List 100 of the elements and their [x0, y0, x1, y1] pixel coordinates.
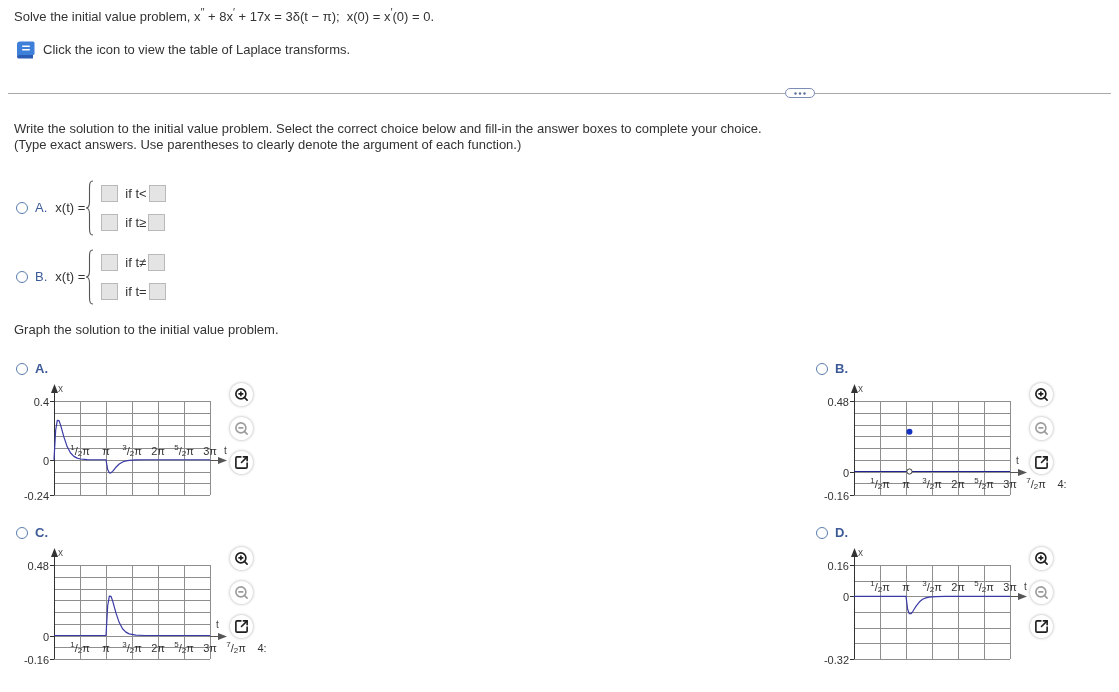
- answer-box[interactable]: [148, 283, 166, 300]
- brace-icon: [85, 180, 95, 236]
- x-tick-label: 2π: [951, 580, 965, 593]
- popout-button[interactable]: [230, 451, 253, 474]
- x-tick-label: $^{5}$/$_{2}$π: [974, 578, 994, 594]
- x-axis: [209, 457, 227, 464]
- x-tick-label: $^{1}$/$_{2}$π: [870, 475, 890, 491]
- x-tick-label: $^{1}$/$_{2}$π: [870, 578, 890, 594]
- x-tick-label: $^{3}$/$_{2}$π: [922, 578, 942, 594]
- x-tick-label: π: [902, 580, 910, 593]
- x-axis: [1009, 469, 1027, 476]
- y-tick-label: 0: [42, 454, 49, 467]
- popout-button[interactable]: [230, 615, 253, 638]
- y-tick-label: 0.48: [27, 559, 49, 572]
- option-label: D.: [835, 525, 848, 541]
- data-point: [906, 428, 913, 435]
- zoom-in-button[interactable]: [1030, 383, 1053, 406]
- axis-label: x: [58, 546, 63, 558]
- x-tick-label: π: [102, 444, 110, 457]
- radio-button[interactable]: [16, 271, 28, 283]
- y-tick-label: 0: [842, 590, 849, 603]
- condition-text: if t=: [125, 283, 147, 300]
- radio-button[interactable]: [16, 363, 28, 375]
- answer-box[interactable]: [101, 185, 119, 202]
- y-tick-label: -0.16: [23, 653, 49, 666]
- x-tick-label: 2π: [151, 444, 165, 457]
- square-arrow-icon: [1034, 455, 1049, 470]
- x-tick-label: 3π: [203, 641, 217, 654]
- y-tick-label: 0: [842, 466, 849, 479]
- instruction-text: (Type exact answers. Use parentheses to clearly denote the argument of each function.): [14, 137, 523, 153]
- x-tick-label: 2π: [951, 477, 965, 490]
- axis-annotation: 4:: [1057, 477, 1067, 490]
- x-tick-label: $^{1}$/$_{2}$π: [70, 639, 90, 655]
- function-label: x(t) =: [55, 200, 86, 216]
- x-tick-label: 3π: [1003, 580, 1017, 593]
- zoom-in-icon: [1034, 551, 1049, 566]
- x-tick-label: $^{3}$/$_{2}$π: [922, 475, 942, 491]
- zoom-in-icon: [234, 551, 249, 566]
- zoom-out-icon: [1034, 585, 1049, 600]
- zoom-in-button[interactable]: [230, 547, 253, 570]
- axis-annotation: $^{7}$/$_{2}$π: [1026, 475, 1046, 491]
- condition-text: if t≠: [125, 254, 147, 271]
- x-tick-label: $^{5}$/$_{2}$π: [174, 442, 194, 458]
- answer-box[interactable]: [101, 283, 119, 300]
- axis-label: t: [1024, 581, 1027, 592]
- option-label: B.: [35, 269, 48, 285]
- axis-label: t: [1016, 455, 1019, 466]
- x-tick-label: π: [902, 477, 910, 490]
- answer-box[interactable]: [148, 185, 166, 202]
- answer-box[interactable]: [148, 214, 166, 231]
- condition-text: if t<: [125, 185, 147, 202]
- open-circle-marker: [906, 468, 913, 475]
- popout-button[interactable]: [1030, 615, 1053, 638]
- y-tick-label: -0.32: [823, 653, 849, 666]
- book-icon[interactable]: [15, 41, 35, 59]
- zoom-in-icon: [234, 387, 249, 402]
- axis-label: t: [216, 619, 219, 630]
- radio-button[interactable]: [816, 363, 828, 375]
- square-arrow-icon: [234, 455, 249, 470]
- answer-box[interactable]: [101, 254, 119, 271]
- axis-label: x: [858, 382, 863, 394]
- x-tick-label: $^{3}$/$_{2}$π: [122, 442, 142, 458]
- zoom-in-icon: [1034, 387, 1049, 402]
- brace-icon: [85, 249, 95, 305]
- square-arrow-icon: [234, 619, 249, 634]
- y-tick-label: 0.4: [33, 395, 49, 408]
- problem-statement: Solve the initial value problem, x$^{′′}$ + 8x$^{′}$ + 17x = 3δ(t − π); x(0) = x$^{′}$(0) = 0.: [14, 9, 435, 25]
- function-label: x(t) =: [55, 269, 86, 285]
- square-arrow-icon: [1034, 619, 1049, 634]
- option-label: A.: [35, 200, 48, 216]
- x-tick-label: 3π: [203, 444, 217, 457]
- more-button[interactable]: [785, 88, 815, 98]
- instruction-text: Graph the solution to the initial value problem.: [14, 322, 280, 338]
- zoom-out-icon: [1034, 421, 1049, 436]
- option-label: A.: [35, 361, 48, 377]
- axis-label: t: [224, 445, 227, 456]
- instruction-text: Click the icon to view the table of Laplace transforms.: [43, 42, 351, 58]
- axis-annotation: $^{7}$/$_{2}$π: [226, 639, 246, 655]
- more-icon: [794, 91, 806, 95]
- answer-box[interactable]: [148, 254, 166, 271]
- radio-button[interactable]: [816, 527, 828, 539]
- x-axis: [1009, 593, 1027, 600]
- instruction-text: Write the solution to the initial value problem. Select the correct choice below and fill-in the answer boxes to complete your choice.: [14, 121, 763, 137]
- y-tick-label: -0.24: [23, 489, 49, 502]
- radio-button[interactable]: [16, 527, 28, 539]
- axis-label: x: [58, 382, 63, 394]
- option-label: B.: [835, 361, 848, 377]
- x-tick-label: $^{3}$/$_{2}$π: [122, 639, 142, 655]
- x-tick-label: 3π: [1003, 477, 1017, 490]
- radio-button[interactable]: [16, 202, 28, 214]
- y-tick-label: 0.48: [827, 395, 849, 408]
- y-tick-label: -0.16: [823, 489, 849, 502]
- zoom-in-button[interactable]: [1030, 547, 1053, 570]
- x-tick-label: $^{5}$/$_{2}$π: [974, 475, 994, 491]
- popout-button[interactable]: [1030, 451, 1053, 474]
- x-tick-label: 2π: [151, 641, 165, 654]
- zoom-in-button[interactable]: [230, 383, 253, 406]
- zoom-out-icon: [234, 585, 249, 600]
- answer-box[interactable]: [101, 214, 119, 231]
- option-label: C.: [35, 525, 48, 541]
